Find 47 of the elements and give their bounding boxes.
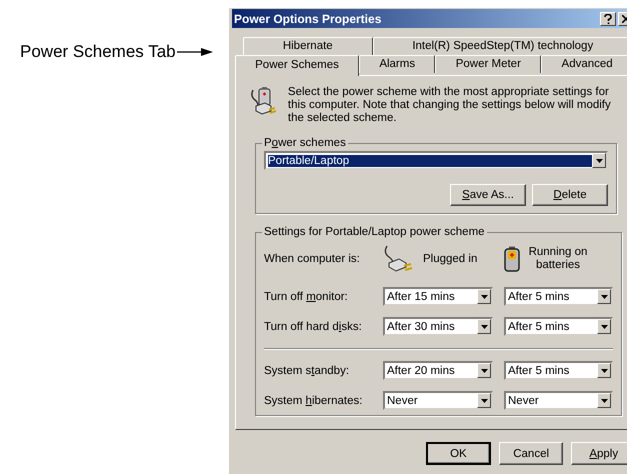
power-plug-icon xyxy=(383,245,415,273)
row-label: Turn off hard disks: xyxy=(264,320,363,332)
dropdown-arrow-icon xyxy=(596,158,602,162)
battery-dropdown[interactable]: After 5 mins xyxy=(504,287,613,306)
row-label: Turn off monitor: xyxy=(264,290,349,302)
dropdown-arrow-icon xyxy=(480,368,488,372)
dialog-button[interactable]: Cancel xyxy=(498,442,564,465)
column-heading: Plugged in xyxy=(423,253,478,265)
tab[interactable]: Advanced xyxy=(541,55,627,73)
tab[interactable]: Power Meter xyxy=(435,55,542,73)
annotation-label: Power Schemes Tab xyxy=(20,42,176,62)
group-label: Settings for Portable/Laptop power scheme xyxy=(263,226,486,238)
scheme-dropdown[interactable]: Portable/Laptop xyxy=(264,151,608,170)
dropdown-arrow-icon xyxy=(600,324,608,328)
battery-dropdown[interactable]: Never xyxy=(504,391,613,410)
dropdown-arrow-icon xyxy=(600,368,608,372)
battery-plug-icon xyxy=(249,86,279,116)
dialog-button[interactable]: Apply xyxy=(571,442,627,465)
row-label: System hibernates: xyxy=(264,394,364,406)
plugged-in-dropdown[interactable]: After 20 mins xyxy=(383,361,493,380)
column-heading: Running on batteries xyxy=(528,246,588,272)
scheme-button[interactable]: Save As... xyxy=(450,184,526,206)
dropdown-arrow-icon xyxy=(600,294,608,298)
window-title: Power Options Properties xyxy=(234,12,382,26)
tab[interactable]: Hibernate xyxy=(243,37,372,55)
description-text: Select the power scheme with the most appropriate settings for this computer. Note that changing the settings below will modify the selected scheme. xyxy=(288,86,612,125)
row-label: When computer is: xyxy=(264,253,361,265)
dropdown-arrow-icon xyxy=(480,324,488,328)
battery-icon xyxy=(504,246,520,272)
help-icon xyxy=(604,14,612,24)
plugged-in-dropdown[interactable]: After 30 mins xyxy=(383,317,493,336)
dropdown-arrow-icon xyxy=(480,294,488,298)
plugged-in-dropdown[interactable]: After 15 mins xyxy=(383,287,493,306)
dropdown-arrow-icon xyxy=(480,398,488,402)
row-label: System standby: xyxy=(264,364,350,376)
tab[interactable]: Alarms xyxy=(359,55,436,73)
plugged-in-dropdown[interactable]: Never xyxy=(383,391,493,410)
battery-dropdown[interactable]: After 5 mins xyxy=(504,317,613,336)
tab[interactable]: Intel(R) SpeedStep(TM) technology xyxy=(372,37,627,55)
scheme-button[interactable]: Delete xyxy=(532,184,608,206)
help-button[interactable] xyxy=(600,12,616,26)
tab[interactable]: Power Schemes xyxy=(235,55,359,76)
battery-dropdown[interactable]: After 5 mins xyxy=(504,361,613,380)
group-label: Power schemes xyxy=(263,137,347,149)
dialog-button[interactable]: OK xyxy=(426,442,491,465)
dropdown-arrow-icon xyxy=(600,398,608,402)
pointer-arrow xyxy=(176,47,213,57)
